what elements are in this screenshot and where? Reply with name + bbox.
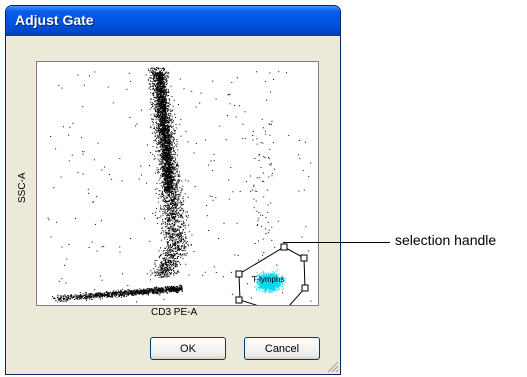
scatter-plot-canvas[interactable]: T-lymphs — [37, 62, 318, 305]
cancel-button[interactable]: Cancel — [244, 337, 320, 360]
gate-label: T-lymphs — [252, 275, 284, 284]
annotation-label: selection handle — [395, 232, 497, 248]
ok-button[interactable]: OK — [150, 337, 226, 360]
gate-handles[interactable] — [235, 243, 309, 304]
event-dots — [47, 67, 312, 303]
gate-handle[interactable] — [280, 243, 288, 251]
scatter-plot[interactable]: T-lymphs — [36, 61, 319, 306]
title-bar[interactable]: Adjust Gate — [6, 6, 340, 36]
annotation-leader-line — [283, 242, 390, 243]
dialog-title: Adjust Gate — [15, 12, 94, 28]
gate-region[interactable]: T-lymphs — [235, 243, 309, 305]
gate-handle[interactable] — [235, 270, 243, 278]
y-axis-label: SSC-A — [17, 172, 28, 203]
gate-handle[interactable] — [301, 284, 309, 292]
x-axis-label: CD3 PE-A — [151, 307, 198, 318]
gate-handle[interactable] — [235, 296, 243, 304]
resize-grip-icon[interactable] — [326, 360, 339, 373]
adjust-gate-dialog: Adjust Gate T-lymphs SSC-A CD3 PE-A OK C… — [5, 5, 341, 375]
gate-handle[interactable] — [300, 254, 308, 262]
